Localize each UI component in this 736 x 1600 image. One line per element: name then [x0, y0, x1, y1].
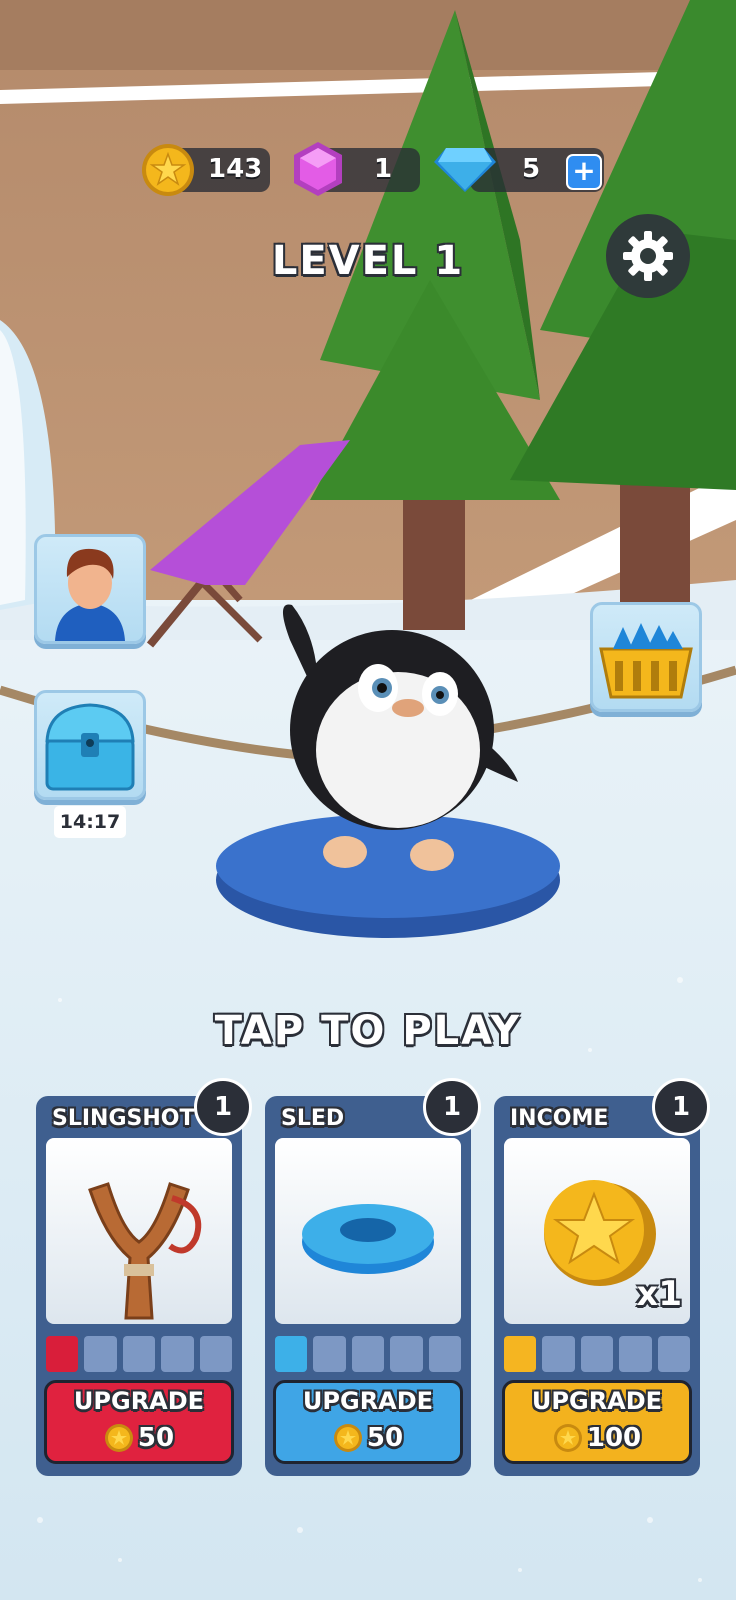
coin-amount: 143 — [208, 154, 263, 184]
card-image — [275, 1138, 461, 1324]
progress-segment — [428, 1336, 462, 1372]
progress-segment — [657, 1336, 691, 1372]
upgrade-label: UPGRADE — [302, 1387, 434, 1415]
coin-icon — [333, 1424, 362, 1452]
progress-segment — [122, 1336, 156, 1372]
diamond-icon — [434, 148, 496, 192]
upgrade-card-income: INCOME 1 x1 UPGRADE 100 — [494, 1078, 710, 1476]
upgrade-card-slingshot: SLINGSHOT 1 UPGRADE 50 — [36, 1078, 252, 1476]
progress-segment-filled — [504, 1336, 537, 1372]
upgrade-label: UPGRADE — [73, 1387, 205, 1415]
progress-segment — [161, 1336, 194, 1372]
coin-icon — [104, 1424, 133, 1452]
tap-to-play-prompt[interactable]: TAP TO PLAY — [0, 1008, 736, 1054]
progress-segment — [390, 1336, 423, 1372]
gem-amount: 1 — [374, 154, 393, 184]
upgrade-cost: 50 — [276, 1423, 460, 1453]
progress-segment-filled — [275, 1336, 308, 1372]
chest-timer: 14:17 — [54, 806, 126, 838]
progress-segment — [84, 1336, 117, 1372]
gem-shop-button[interactable] — [590, 602, 702, 712]
upgrade-cost-value: 50 — [137, 1423, 175, 1453]
treasure-chest-icon — [45, 703, 135, 791]
progress-segment — [542, 1336, 575, 1372]
character-avatar-icon — [55, 548, 125, 641]
upgrade-progress — [275, 1336, 462, 1372]
character-button[interactable] — [34, 534, 146, 644]
card-image: x1 — [504, 1138, 690, 1324]
gear-icon — [623, 231, 673, 281]
upgrade-button-slingshot[interactable]: UPGRADE 50 — [44, 1380, 234, 1464]
pink-gem-icon — [294, 142, 342, 196]
coin-icon — [553, 1424, 582, 1452]
card-level-badge: 1 — [423, 1078, 481, 1136]
upgrade-button-sled[interactable]: UPGRADE 50 — [273, 1380, 463, 1464]
gem-basket-icon — [599, 623, 693, 699]
add-diamonds-button[interactable]: + — [566, 154, 602, 190]
progress-segment — [351, 1336, 385, 1372]
progress-segment — [313, 1336, 346, 1372]
card-level-badge: 1 — [194, 1078, 252, 1136]
card-title: SLED — [281, 1106, 345, 1131]
upgrade-cost-value: 50 — [366, 1423, 404, 1453]
upgrade-label: UPGRADE — [531, 1387, 663, 1415]
upgrade-cost: 50 — [47, 1423, 231, 1453]
progress-segment — [619, 1336, 652, 1372]
card-title: SLINGSHOT — [52, 1106, 195, 1131]
upgrade-progress — [504, 1336, 691, 1372]
upgrade-button-income[interactable]: UPGRADE 100 — [502, 1380, 692, 1464]
coin-icon — [142, 144, 194, 196]
upgrade-card-sled: SLED 1 UPGRADE 50 — [265, 1078, 481, 1476]
progress-segment-filled — [46, 1336, 79, 1372]
progress-segment — [580, 1336, 614, 1372]
chest-button[interactable] — [34, 690, 146, 800]
income-multiplier: x1 — [636, 1274, 682, 1314]
card-title: INCOME — [510, 1106, 609, 1131]
upgrade-progress — [46, 1336, 233, 1372]
diamond-amount: 5 — [522, 154, 541, 184]
upgrade-cost-value: 100 — [586, 1423, 642, 1453]
snow-tube-icon — [302, 1204, 434, 1274]
card-level-badge: 1 — [652, 1078, 710, 1136]
settings-button[interactable] — [606, 214, 690, 298]
progress-segment — [199, 1336, 233, 1372]
slingshot-icon — [88, 1182, 202, 1320]
upgrade-cost: 100 — [505, 1423, 689, 1453]
card-image — [46, 1138, 232, 1324]
